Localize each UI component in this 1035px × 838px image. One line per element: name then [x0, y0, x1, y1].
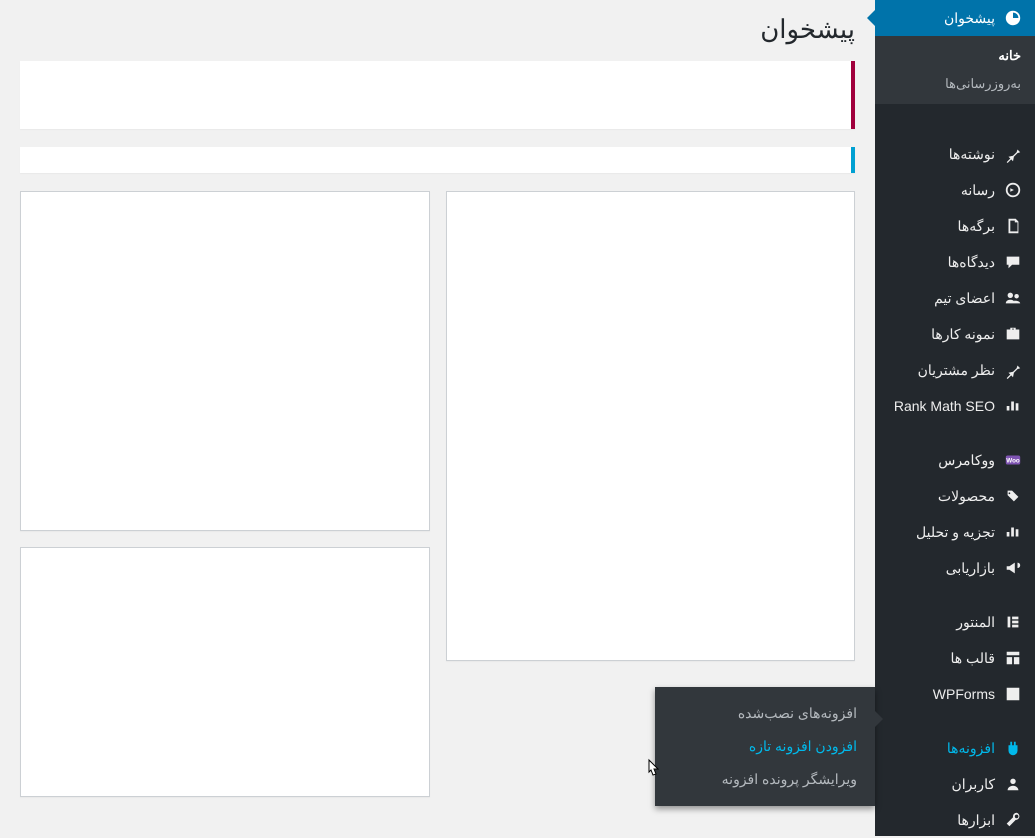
menu-dashboard-label: پیشخوان [883, 10, 995, 27]
form-icon [1003, 684, 1023, 704]
menu-tools-label: ابزارها [883, 812, 995, 829]
flyout-plugin-editor[interactable]: ویرایشگر پرونده افزونه [655, 763, 875, 796]
menu-marketing-label: بازاریابی [883, 560, 995, 577]
menu-testimonials[interactable]: نظر مشتریان [875, 352, 1035, 388]
menu-pages-label: برگه‌ها [883, 218, 995, 235]
analytics-icon [1003, 522, 1023, 542]
menu-templates[interactable]: قالب ها [875, 640, 1035, 676]
dashboard-submenu: خانه به‌روزرسانی‌ها [875, 36, 1035, 104]
menu-elementor-label: المنتور [883, 614, 995, 631]
menu-templates-label: قالب ها [883, 650, 995, 667]
submenu-updates[interactable]: به‌روزرسانی‌ها [875, 70, 1035, 98]
menu-plugins[interactable]: افزونه‌ها [875, 730, 1035, 766]
menu-wpforms-label: WPForms [883, 686, 995, 702]
admin-sidebar: پیشخوان خانه به‌روزرسانی‌ها نوشته‌ها رسا… [875, 0, 1035, 836]
menu-media[interactable]: رسانه [875, 172, 1035, 208]
woo-icon: Woo [1003, 450, 1023, 470]
menu-comments[interactable]: دیدگاه‌ها [875, 244, 1035, 280]
plugin-icon [1003, 738, 1023, 758]
page-title: پیشخوان [20, 10, 855, 49]
svg-text:Woo: Woo [1006, 458, 1020, 465]
menu-team[interactable]: اعضای تیم [875, 280, 1035, 316]
dashboard-metabox [446, 191, 856, 661]
menu-products-label: محصولات [883, 488, 995, 505]
flyout-add-new-plugin[interactable]: افزودن افزونه تازه [655, 730, 875, 763]
menu-posts-label: نوشته‌ها [883, 146, 995, 163]
menu-woocommerce[interactable]: Woo ووکامرس [875, 442, 1035, 478]
menu-rankmath-label: Rank Math SEO [883, 398, 995, 414]
users-icon [1003, 288, 1023, 308]
menu-users[interactable]: کاربران [875, 766, 1035, 802]
elementor-icon [1003, 612, 1023, 632]
user-icon [1003, 774, 1023, 794]
menu-dashboard[interactable]: پیشخوان [875, 0, 1035, 36]
menu-elementor[interactable]: المنتور [875, 604, 1035, 640]
admin-notice-info [20, 147, 855, 173]
admin-wrapper: پیشخوان خانه به‌روزرسانی‌ها نوشته‌ها رسا… [0, 0, 1035, 836]
megaphone-icon [1003, 558, 1023, 578]
template-icon [1003, 648, 1023, 668]
menu-users-label: کاربران [883, 776, 995, 793]
pin-icon [1003, 360, 1023, 380]
menu-testimonials-label: نظر مشتریان [883, 362, 995, 379]
menu-rankmath[interactable]: Rank Math SEO [875, 388, 1035, 424]
dashboard-metabox [20, 191, 430, 531]
menu-pages[interactable]: برگه‌ها [875, 208, 1035, 244]
menu-analytics[interactable]: تجزیه و تحلیل [875, 514, 1035, 550]
flyout-installed-plugins[interactable]: افزونه‌های نصب‌شده [655, 697, 875, 730]
menu-products[interactable]: محصولات [875, 478, 1035, 514]
briefcase-icon [1003, 324, 1023, 344]
dashboard-icon [1003, 8, 1023, 28]
media-icon [1003, 180, 1023, 200]
page-icon [1003, 216, 1023, 236]
menu-woocommerce-label: ووکامرس [883, 452, 995, 469]
menu-comments-label: دیدگاه‌ها [883, 254, 995, 271]
menu-marketing[interactable]: بازاریابی [875, 550, 1035, 586]
submenu-home[interactable]: خانه [875, 42, 1035, 70]
menu-plugins-label: افزونه‌ها [883, 740, 995, 757]
chart-icon [1003, 396, 1023, 416]
widget-column-2 [20, 191, 430, 797]
menu-tools[interactable]: ابزارها [875, 802, 1035, 838]
pin-icon [1003, 144, 1023, 164]
menu-posts[interactable]: نوشته‌ها [875, 136, 1035, 172]
menu-media-label: رسانه [883, 182, 995, 199]
comment-icon [1003, 252, 1023, 272]
menu-portfolio[interactable]: نمونه کارها [875, 316, 1035, 352]
menu-team-label: اعضای تیم [883, 290, 995, 307]
wrench-icon [1003, 810, 1023, 830]
plugins-flyout: افزونه‌های نصب‌شده افزودن افزونه تازه وی… [655, 687, 875, 806]
admin-notice-warning [20, 61, 855, 129]
product-icon [1003, 486, 1023, 506]
dashboard-metabox [20, 547, 430, 797]
menu-analytics-label: تجزیه و تحلیل [883, 524, 995, 541]
menu-portfolio-label: نمونه کارها [883, 326, 995, 343]
menu-wpforms[interactable]: WPForms [875, 676, 1035, 712]
